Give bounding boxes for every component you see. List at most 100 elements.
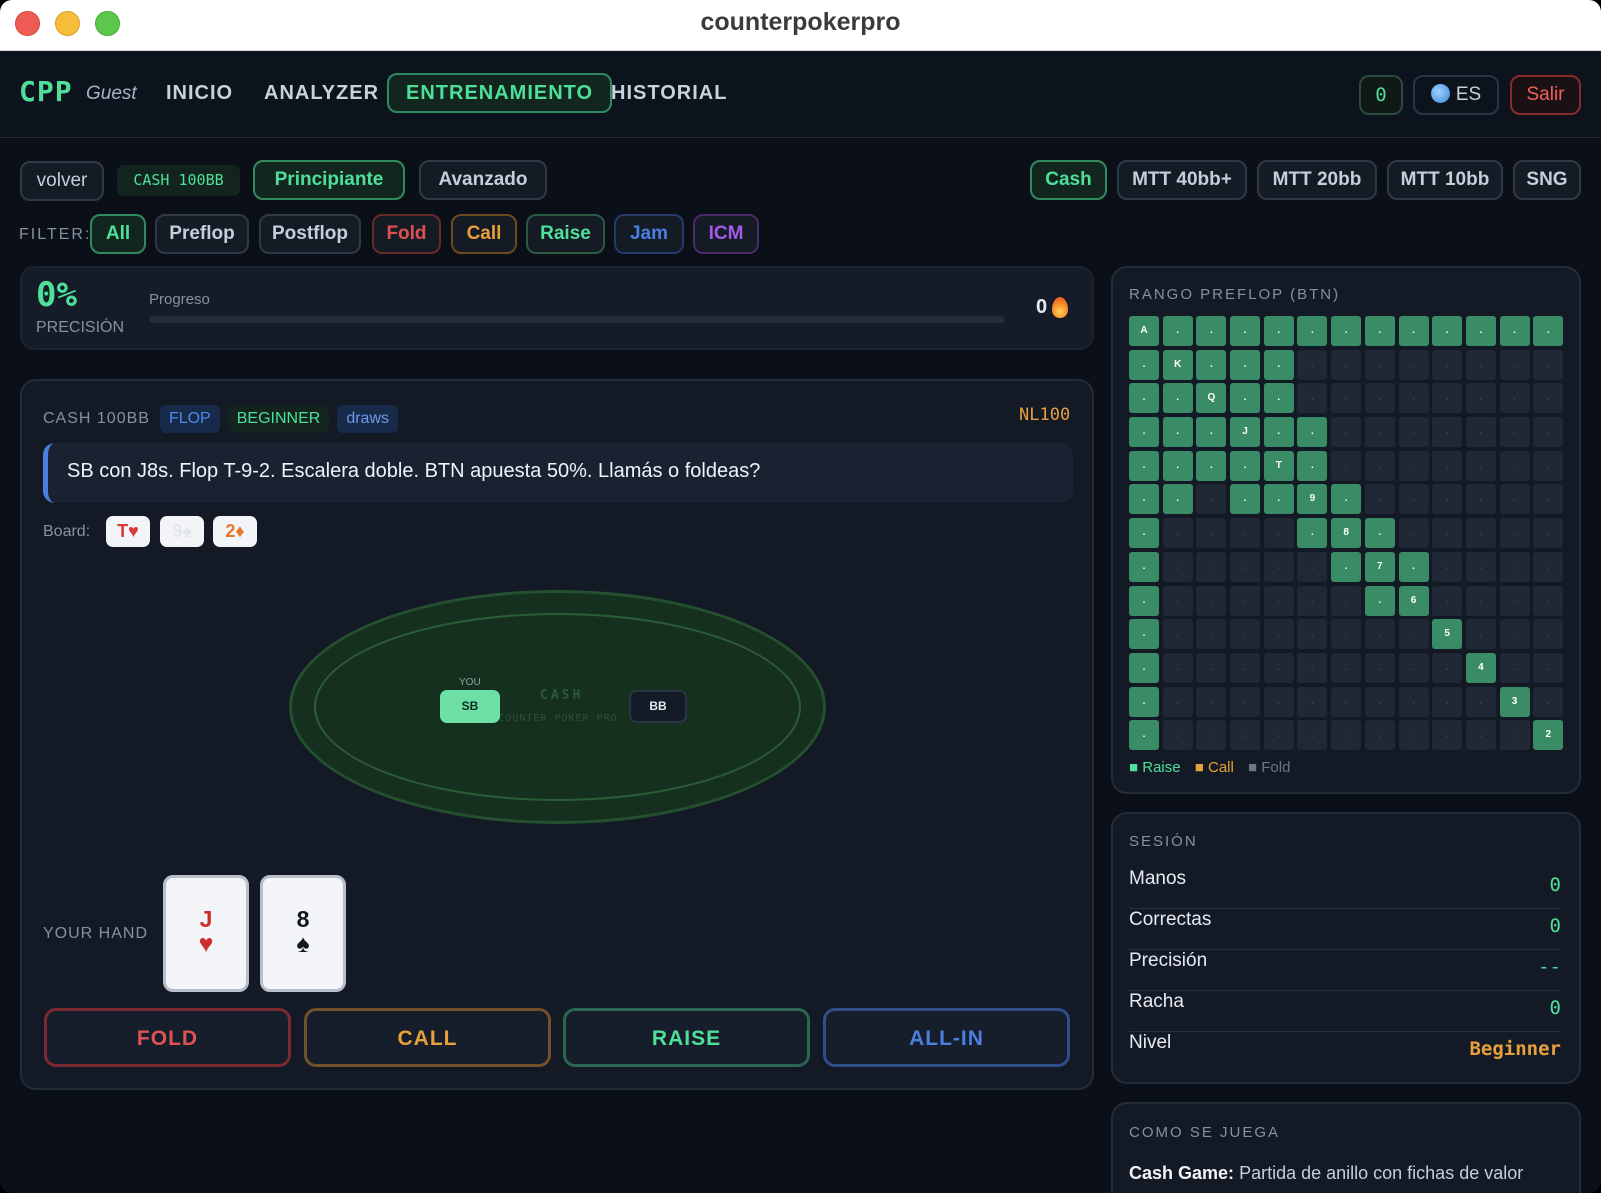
raise-button[interactable]: RAISE [563,1008,810,1067]
howto-title: COMO SE JUEGA [1129,1124,1281,1141]
range-cell: 9 [1297,484,1328,515]
range-cell: . [1196,686,1227,717]
range-cell: . [1331,450,1362,481]
range-cell: . [1432,383,1463,414]
fold-button[interactable]: FOLD [44,1008,291,1067]
range-cell: . [1533,316,1564,346]
format-cash[interactable]: Cash [1030,160,1107,200]
range-cell: 3 [1499,686,1530,717]
range-cell: . [1297,551,1328,582]
range-cell: . [1432,585,1463,616]
filter-postflop[interactable]: Postflop [259,214,361,254]
range-cell: . [1196,720,1227,751]
board-label: Board: [43,523,91,540]
legend-call-icon: ■ [1194,759,1204,776]
filter-preflop[interactable]: Preflop [155,214,249,254]
range-cell: . [1162,720,1193,751]
range-cell: . [1364,686,1395,717]
globe-icon [1430,84,1450,103]
range-cell: . [1533,349,1564,380]
format-mtt-20[interactable]: MTT 20bb [1257,160,1377,200]
topic-tag: draws [337,405,398,433]
range-cell: . [1398,417,1429,448]
range-cell: . [1196,450,1227,481]
range-cell: 2 [1533,720,1564,751]
board-card: 9♠ [160,516,204,547]
format-mtt-40[interactable]: MTT 40bb+ [1117,160,1247,200]
range-cell: . [1230,383,1261,414]
format-mtt-10[interactable]: MTT 10bb [1387,160,1503,200]
range-cell: . [1129,484,1159,515]
streak-count: 0 [1036,296,1048,318]
session-row: Manos 0 [1129,868,1561,909]
filter-raise[interactable]: Raise [526,214,605,254]
board-card-suit: ♦ [235,521,245,541]
range-cell: . [1465,316,1496,346]
filter-jam[interactable]: Jam [614,214,684,254]
hero-label: YOU [459,677,481,688]
level-principiante[interactable]: Principiante [253,160,405,200]
range-cell: . [1432,652,1463,683]
range-cell: . [1263,585,1294,616]
range-cell: J [1230,417,1261,448]
spade-icon: ♠ [296,930,310,958]
range-cell: . [1129,686,1159,717]
language-selector[interactable]: ES [1413,75,1499,115]
range-cell: . [1398,720,1429,751]
range-cell: . [1196,484,1227,515]
range-cell: . [1129,417,1159,448]
nav-entrenamiento[interactable]: ENTRENAMIENTO [387,73,613,113]
range-cell: . [1432,417,1463,448]
legend-call: Call [1208,759,1234,776]
filter-fold[interactable]: Fold [372,214,441,254]
board-card-rank: 2 [225,521,236,541]
filter-all[interactable]: All [90,214,146,254]
range-cell: . [1331,383,1362,414]
back-button[interactable]: volver [20,161,104,201]
range-cell: . [1196,316,1227,346]
range-cell: . [1263,484,1294,515]
range-cell: . [1432,686,1463,717]
accuracy-value: 0% [36,275,77,315]
logo[interactable]: CPP [19,75,73,108]
range-cell: . [1465,484,1496,515]
nav-analyzer[interactable]: ANALYZER [247,73,396,113]
call-button[interactable]: CALL [304,1008,551,1067]
range-cell: . [1499,383,1530,414]
howto-body: Partida de anillo con fichas de valor [1239,1163,1524,1183]
hole-card: J ♥ [163,875,249,992]
nav-inicio[interactable]: INICIO [149,73,250,113]
range-cell: . [1364,484,1395,515]
board-card: T♥ [106,516,150,547]
range-cell: 7 [1364,551,1395,582]
game-label: CASH 100BB [43,410,150,427]
all-in-button[interactable]: ALL-IN [823,1008,1070,1067]
range-cell: . [1398,484,1429,515]
range-cell: . [1533,585,1564,616]
range-cell: . [1533,484,1564,515]
range-cell: . [1432,450,1463,481]
range-cell: . [1331,349,1362,380]
range-cell: . [1533,686,1564,717]
range-cell: . [1230,585,1261,616]
range-cell: . [1533,551,1564,582]
level-avanzado[interactable]: Avanzado [419,160,547,200]
range-cell: . [1129,551,1159,582]
session-value: 0 [1549,874,1561,896]
range-cell: . [1297,518,1328,549]
range-cell: . [1499,316,1530,346]
filter-call[interactable]: Call [451,214,517,254]
range-cell: . [1499,349,1530,380]
filter-icm[interactable]: ICM [693,214,759,254]
range-cell: . [1364,518,1395,549]
range-cell: . [1297,383,1328,414]
logout-button[interactable]: Salir [1510,75,1581,115]
hand-label: YOUR HAND [43,925,149,942]
range-cell: . [1364,720,1395,751]
format-sng[interactable]: SNG [1513,160,1581,200]
range-cell: . [1263,518,1294,549]
range-cell: . [1297,652,1328,683]
range-cell: . [1162,585,1193,616]
session-value: 0 [1549,997,1561,1019]
nav-historial[interactable]: HISTORIAL [594,73,744,113]
